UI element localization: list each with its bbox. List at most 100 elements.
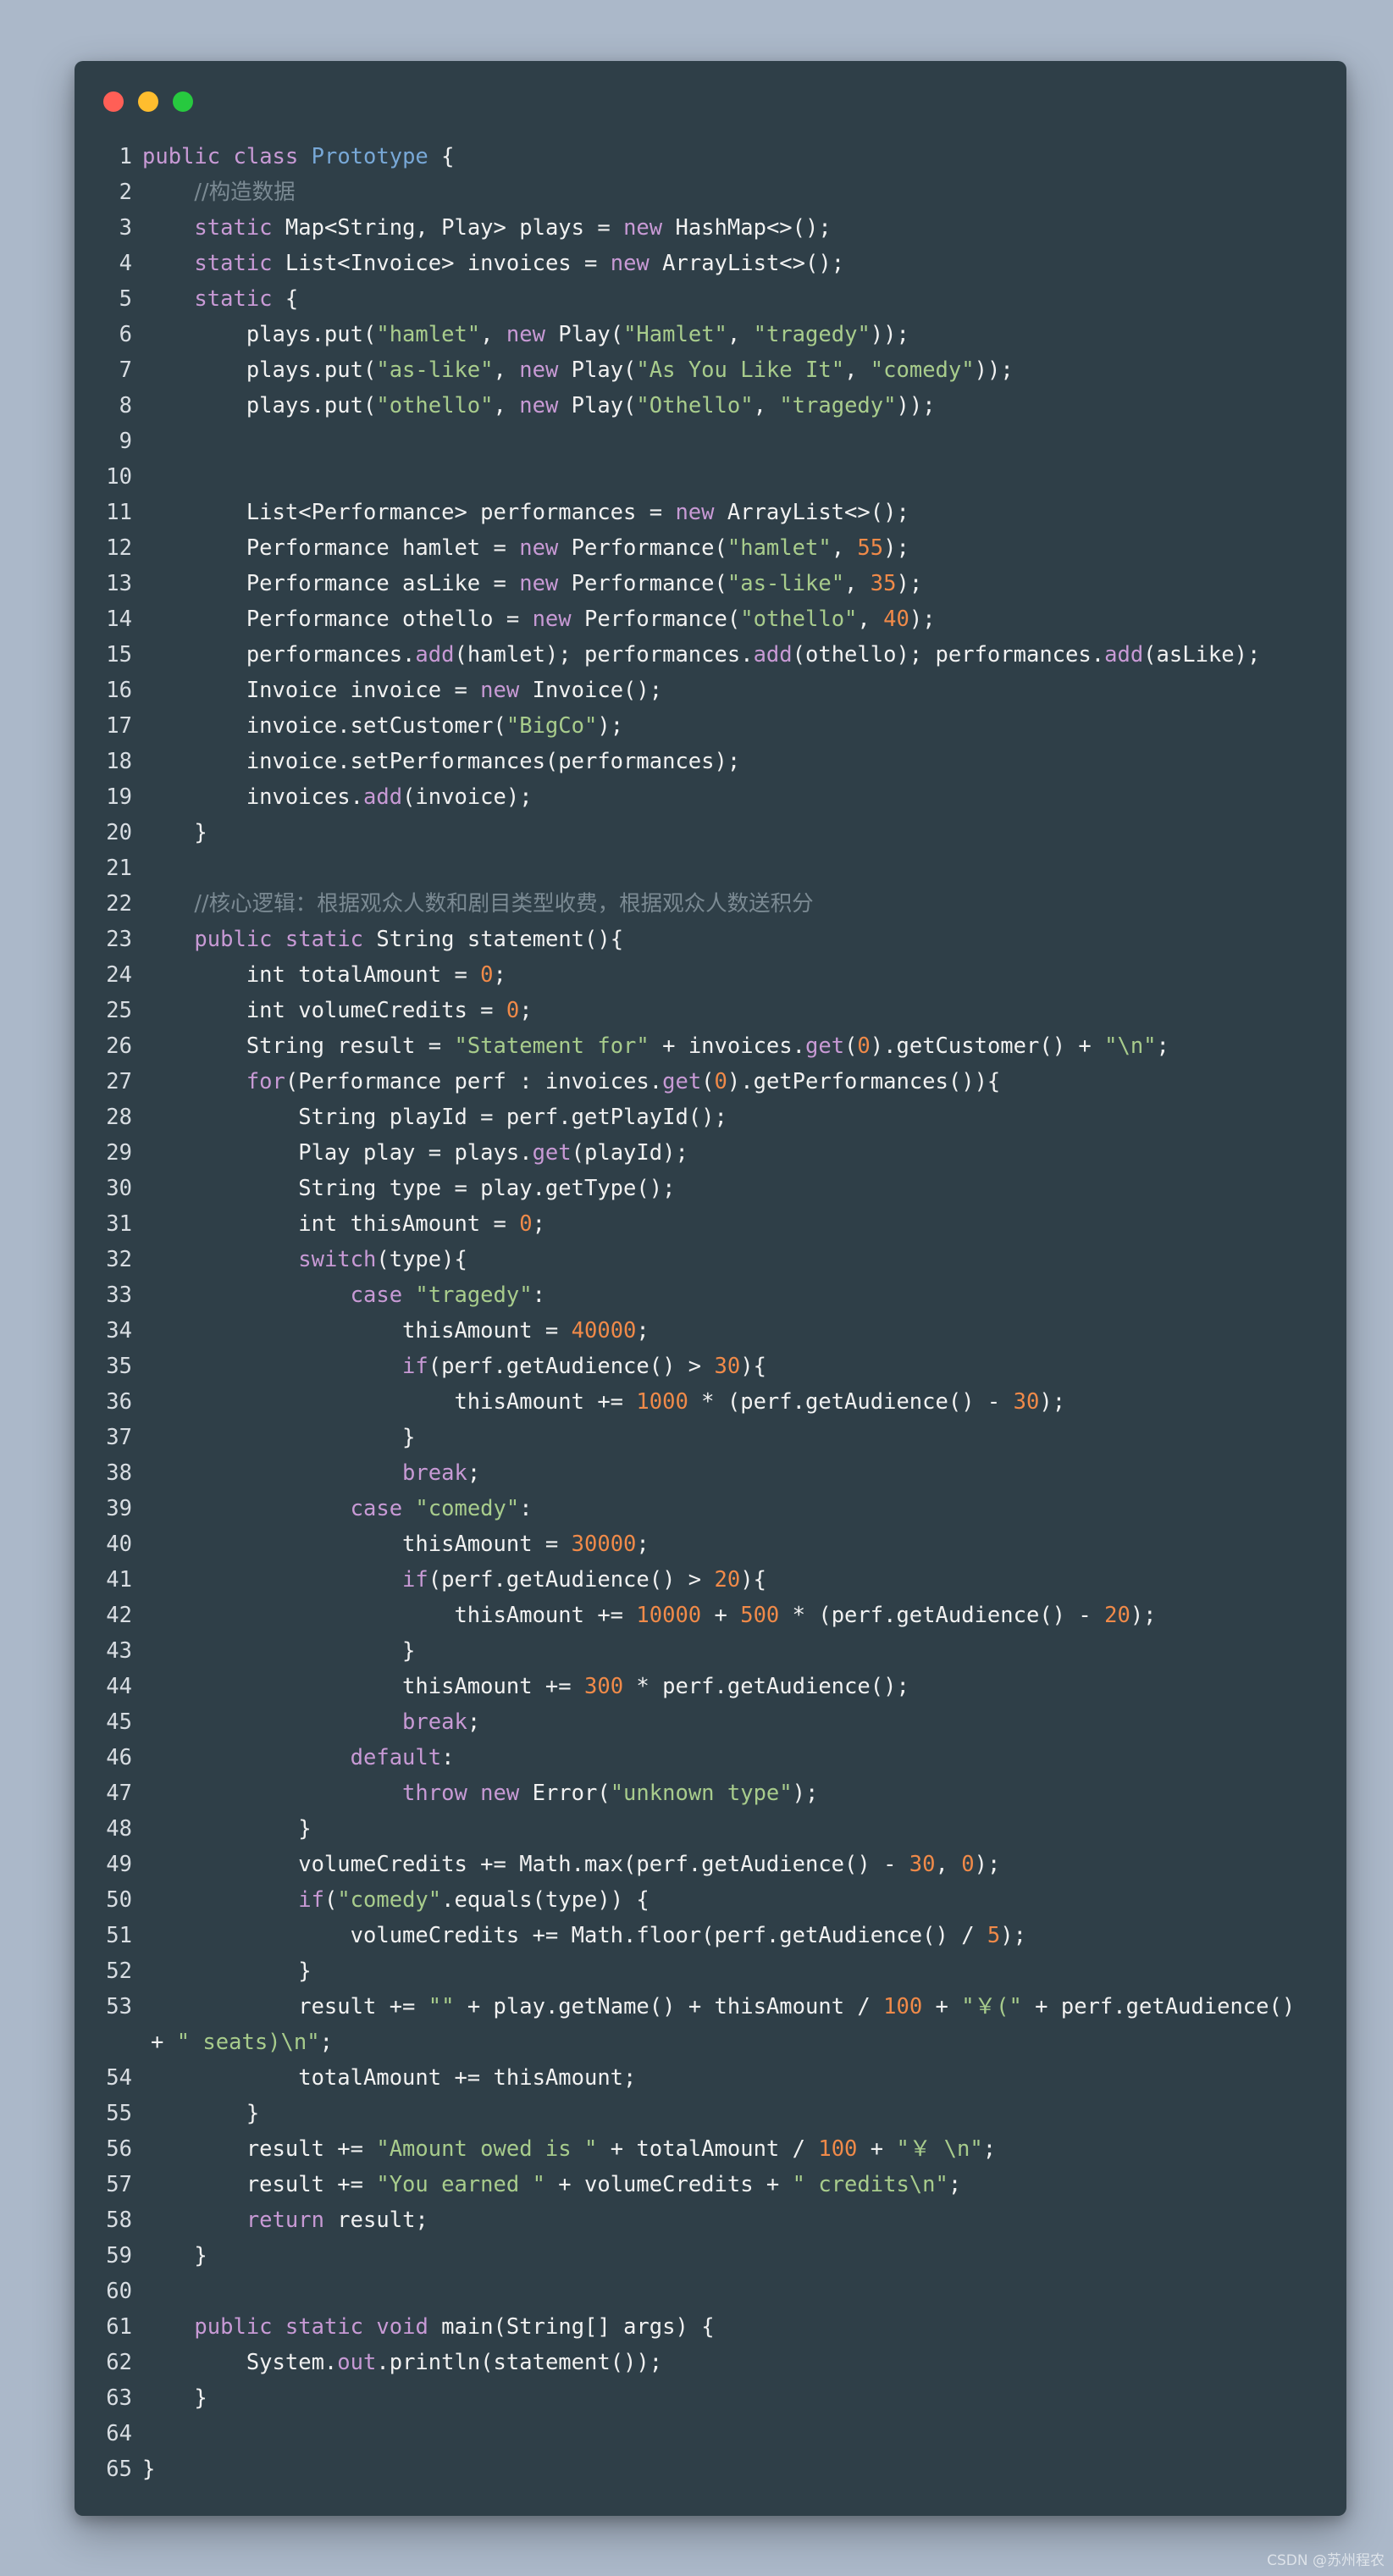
- line-number: 43: [106, 1638, 132, 1664]
- line-number: 58: [106, 2208, 132, 2233]
- line-number: 22: [106, 891, 132, 917]
- code-token: +: [701, 1603, 741, 1628]
- code-token: List<Performance> performances =: [142, 500, 676, 525]
- code-token: result;: [323, 2208, 428, 2233]
- code-token: + invoices.: [649, 1033, 805, 1059]
- line-number: 42: [106, 1603, 132, 1628]
- line-number: 7: [119, 357, 132, 383]
- code-token: new: [519, 393, 559, 418]
- line-number: 21: [106, 856, 132, 881]
- code-line: 58 return result;: [75, 2202, 1346, 2238]
- code-text: thisAmount = 30000;: [142, 1532, 650, 1557]
- line-number: 32: [106, 1247, 132, 1272]
- code-text: case "tragedy":: [142, 1282, 545, 1308]
- code-token: main(String[] args) {: [428, 2314, 715, 2340]
- code-token: );: [896, 571, 923, 596]
- code-line: 30 String type = play.getType();: [75, 1171, 1346, 1206]
- code-line: 33 case "tragedy":: [75, 1277, 1346, 1313]
- code-token: 0: [506, 998, 520, 1023]
- code-text: invoice.setCustomer("BigCo");: [142, 713, 623, 739]
- code-line: 43 }: [75, 1633, 1346, 1669]
- line-number: 39: [106, 1496, 132, 1521]
- code-token: 40: [883, 607, 909, 632]
- code-token: class: [233, 144, 299, 169]
- code-token: "comedy": [337, 1887, 442, 1913]
- line-number: 2: [119, 180, 132, 205]
- code-text: switch(type){: [142, 1247, 467, 1272]
- code-token: 100: [883, 1994, 923, 2019]
- code-token: int thisAmount =: [142, 1211, 520, 1237]
- code-line: 5 static {: [75, 281, 1346, 317]
- line-number: 26: [106, 1033, 132, 1059]
- code-line: 18 invoice.setPerformances(performances)…: [75, 744, 1346, 779]
- code-token: "tragedy": [753, 322, 871, 347]
- code-token: String type = play.getType();: [142, 1176, 676, 1201]
- code-token: ;: [1156, 1033, 1169, 1059]
- code-token: "Statement for": [454, 1033, 650, 1059]
- code-text: invoices.add(invoice);: [142, 784, 533, 810]
- code-text: result += "You earned " + volumeCredits …: [142, 2172, 961, 2197]
- code-text: plays.put("othello", new Play("Othello",…: [142, 393, 936, 418]
- maximize-window-dot[interactable]: [173, 91, 193, 112]
- code-token: get: [532, 1140, 572, 1166]
- watermark: CSDN @苏州程农: [1267, 2552, 1385, 2569]
- code-token: add: [1104, 642, 1144, 668]
- line-number: 3: [119, 215, 132, 241]
- line-number: 57: [106, 2172, 132, 2197]
- code-line: 17 invoice.setCustomer("BigCo");: [75, 708, 1346, 744]
- code-line: 37 }: [75, 1420, 1346, 1455]
- line-number: 34: [106, 1318, 132, 1343]
- code-token: 20: [714, 1567, 741, 1593]
- code-token: (asLike);: [1143, 642, 1261, 668]
- code-token: out: [337, 2350, 377, 2375]
- code-text: plays.put("hamlet", new Play("Hamlet", "…: [142, 322, 909, 347]
- code-token: Performance asLike =: [142, 571, 520, 596]
- code-text: if(perf.getAudience() > 30){: [142, 1354, 766, 1379]
- code-text: Performance hamlet = new Performance("ha…: [142, 535, 909, 561]
- code-token: //构造数据: [194, 180, 296, 205]
- code-token: new: [519, 357, 559, 383]
- code-token: volumeCredits += Math.floor(perf.getAudi…: [142, 1923, 987, 1948]
- line-number: 8: [119, 393, 132, 418]
- code-line: 29 Play play = plays.get(playId);: [75, 1135, 1346, 1171]
- code-line: 9: [75, 424, 1346, 459]
- code-text: }: [142, 1425, 415, 1450]
- line-number: 12: [106, 535, 132, 561]
- code-block[interactable]: 1 public class Prototype {2 //构造数据 3 stati…: [75, 139, 1346, 2487]
- code-line: 40 thisAmount = 30000;: [75, 1526, 1346, 1562]
- code-token: static: [194, 251, 273, 276]
- code-line: 10: [75, 459, 1346, 495]
- code-token: if: [402, 1354, 428, 1379]
- code-token: "Amount owed is ": [376, 2136, 598, 2162]
- code-line: 32 switch(type){: [75, 1242, 1346, 1277]
- line-number: 41: [106, 1567, 132, 1593]
- minimize-window-dot[interactable]: [138, 91, 158, 112]
- line-number: 1: [119, 144, 132, 169]
- line-number: 59: [106, 2243, 132, 2269]
- code-token: static: [194, 286, 273, 312]
- code-line: 21: [75, 850, 1346, 886]
- code-text: public static String statement(){: [142, 927, 623, 952]
- code-token: (Performance perf : invoices.: [285, 1069, 663, 1094]
- line-number: 64: [106, 2421, 132, 2446]
- code-token: ;: [982, 2136, 997, 2162]
- code-token: Performance(: [558, 571, 727, 596]
- code-token: thisAmount +=: [142, 1674, 584, 1699]
- code-line: 49 volumeCredits += Math.max(perf.getAud…: [75, 1847, 1346, 1882]
- code-text: }: [142, 2385, 207, 2411]
- code-line: 4 static List<Invoice> invoices = new Ar…: [75, 246, 1346, 281]
- code-token: "BigCo": [506, 713, 598, 739]
- code-token: +: [857, 2136, 897, 2162]
- code-line: 13 Performance asLike = new Performance(…: [75, 566, 1346, 601]
- code-text: //构造数据: [142, 180, 296, 205]
- code-token: return: [246, 2208, 324, 2233]
- code-line: 64: [75, 2416, 1346, 2451]
- code-token: (perf.getAudience() >: [428, 1354, 715, 1379]
- close-window-dot[interactable]: [103, 91, 124, 112]
- code-token: HashMap<>();: [662, 215, 832, 241]
